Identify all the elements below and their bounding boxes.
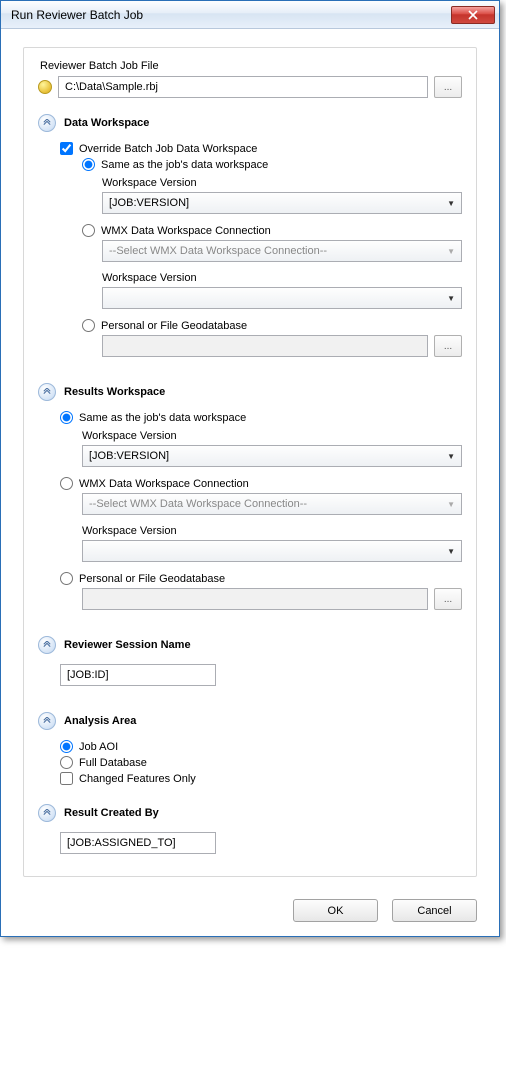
aa-jobaoi-label: Job AOI [79,741,118,753]
batch-file-icon [38,80,52,94]
close-icon [468,10,478,20]
cancel-button[interactable]: Cancel [392,899,477,922]
override-label: Override Batch Job Data Workspace [79,143,257,155]
data-workspace-title: Data Workspace [64,117,149,129]
results-workspace-header: Results Workspace [38,383,462,401]
rw-same-version-label: Workspace Version [82,430,462,442]
aa-fulldb-row: Full Database [38,756,462,769]
chevron-up-icon [43,388,51,396]
chevron-up-icon [43,119,51,127]
dw-same-version-value: [JOB:VERSION] [109,197,189,209]
rw-wmx-conn-select[interactable]: --Select WMX Data Workspace Connection--… [82,493,462,515]
batch-file-input[interactable] [58,76,428,98]
rw-personal-radio[interactable] [60,572,73,585]
dialog-window: Run Reviewer Batch Job Reviewer Batch Jo… [0,0,500,937]
batch-file-label: Reviewer Batch Job File [40,60,462,72]
result-created-title: Result Created By [64,807,159,819]
dw-same-label: Same as the job's data workspace [101,159,268,171]
dw-wmx-row: WMX Data Workspace Connection [38,224,462,237]
close-button[interactable] [451,6,495,24]
dw-personal-radio[interactable] [82,319,95,332]
result-created-header: Result Created By [38,804,462,822]
titlebar[interactable]: Run Reviewer Batch Job [1,1,499,29]
dw-same-row: Same as the job's data workspace [38,158,462,171]
dw-personal-browse-button[interactable]: ... [434,335,462,357]
dw-wmx-label: WMX Data Workspace Connection [101,225,271,237]
dialog-footer: OK Cancel [1,889,499,936]
rw-same-version-select[interactable]: [JOB:VERSION] ▼ [82,445,462,467]
override-checkbox[interactable] [60,142,73,155]
dw-same-radio[interactable] [82,158,95,171]
results-workspace-title: Results Workspace [64,386,165,398]
chevron-down-icon: ▼ [447,500,455,509]
aa-changed-label: Changed Features Only [79,773,196,785]
aa-jobaoi-row: Job AOI [38,740,462,753]
rw-wmx-version-label: Workspace Version [82,525,462,537]
chevron-down-icon: ▼ [447,547,455,556]
rw-wmx-conn-placeholder: --Select WMX Data Workspace Connection-- [89,498,307,510]
chevron-up-icon [43,717,51,725]
rw-same-row: Same as the job's data workspace [38,411,462,424]
aa-jobaoi-radio[interactable] [60,740,73,753]
rw-wmx-version-select[interactable]: ▼ [82,540,462,562]
session-name-collapse-button[interactable] [38,636,56,654]
override-row: Override Batch Job Data Workspace [38,142,462,155]
data-workspace-header: Data Workspace [38,114,462,132]
inner-panel: Reviewer Batch Job File ... Data Workspa… [23,47,477,877]
rw-personal-label: Personal or File Geodatabase [79,573,225,585]
dw-wmx-version-label: Workspace Version [102,272,462,284]
analysis-area-header: Analysis Area [38,712,462,730]
batch-file-browse-button[interactable]: ... [434,76,462,98]
aa-changed-row: Changed Features Only [38,772,462,785]
chevron-up-icon [43,809,51,817]
data-workspace-collapse-button[interactable] [38,114,56,132]
session-name-header: Reviewer Session Name [38,636,462,654]
chevron-up-icon [43,641,51,649]
session-name-input[interactable] [60,664,216,686]
rw-same-version-value: [JOB:VERSION] [89,450,169,462]
rw-wmx-radio[interactable] [60,477,73,490]
rw-personal-browse-button[interactable]: ... [434,588,462,610]
analysis-area-collapse-button[interactable] [38,712,56,730]
ok-button[interactable]: OK [293,899,378,922]
analysis-area-title: Analysis Area [64,715,136,727]
result-created-collapse-button[interactable] [38,804,56,822]
dw-personal-path-input [102,335,428,357]
aa-fulldb-label: Full Database [79,757,147,769]
dw-wmx-conn-placeholder: --Select WMX Data Workspace Connection-- [109,245,327,257]
rw-wmx-label: WMX Data Workspace Connection [79,478,249,490]
rw-wmx-row: WMX Data Workspace Connection [38,477,462,490]
rw-same-radio[interactable] [60,411,73,424]
dw-same-version-select[interactable]: [JOB:VERSION] ▼ [102,192,462,214]
dw-personal-row: Personal or File Geodatabase [38,319,462,332]
aa-changed-checkbox[interactable] [60,772,73,785]
batch-file-row: ... [38,76,462,98]
chevron-down-icon: ▼ [447,247,455,256]
result-created-input[interactable] [60,832,216,854]
dw-personal-label: Personal or File Geodatabase [101,320,247,332]
dw-wmx-radio[interactable] [82,224,95,237]
results-workspace-collapse-button[interactable] [38,383,56,401]
rw-personal-path-input [82,588,428,610]
chevron-down-icon: ▼ [447,294,455,303]
rw-same-label: Same as the job's data workspace [79,412,246,424]
dw-wmx-conn-select[interactable]: --Select WMX Data Workspace Connection--… [102,240,462,262]
dialog-content: Reviewer Batch Job File ... Data Workspa… [1,29,499,889]
rw-personal-row: Personal or File Geodatabase [38,572,462,585]
dw-wmx-version-select[interactable]: ▼ [102,287,462,309]
aa-fulldb-radio[interactable] [60,756,73,769]
chevron-down-icon: ▼ [447,199,455,208]
dw-same-version-label: Workspace Version [102,177,462,189]
session-name-title: Reviewer Session Name [64,639,191,651]
chevron-down-icon: ▼ [447,452,455,461]
window-title: Run Reviewer Batch Job [11,8,451,22]
